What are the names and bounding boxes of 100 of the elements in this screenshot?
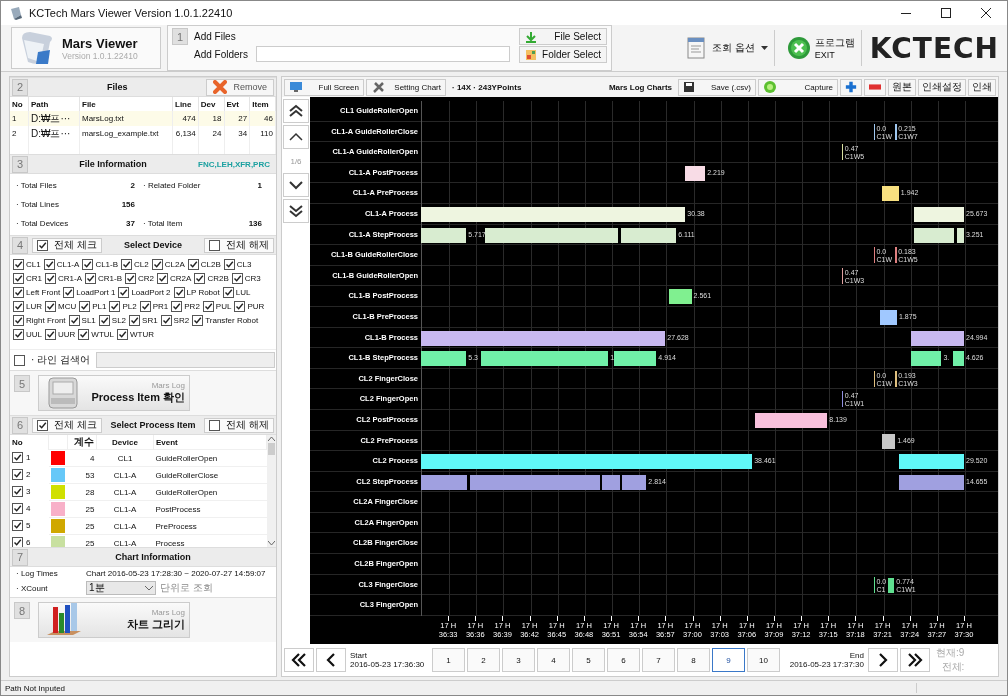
page-button[interactable]: 10 <box>747 648 780 672</box>
device-checkbox[interactable]: CR2B <box>194 273 229 284</box>
checkbox[interactable] <box>12 469 23 480</box>
device-checkbox[interactable]: UUR <box>45 329 76 340</box>
next-page-button[interactable] <box>868 648 898 672</box>
device-checkbox[interactable]: SR2 <box>160 315 190 326</box>
previous-page-button[interactable] <box>316 648 346 672</box>
device-checkbox[interactable]: LUL <box>222 287 251 298</box>
page-button[interactable]: 4 <box>537 648 570 672</box>
device-checkbox[interactable]: CR2A <box>157 273 192 284</box>
page-button[interactable]: 2 <box>467 648 500 672</box>
scroll-thumb[interactable] <box>268 443 275 455</box>
draw-chart-button[interactable]: Mars Log 차트 그리기 <box>38 602 190 638</box>
folder-select-button[interactable]: Folder Select <box>519 46 607 63</box>
page-button[interactable]: 6 <box>607 648 640 672</box>
capture-button[interactable]: Capture <box>758 78 838 96</box>
scrollbar[interactable] <box>267 435 276 547</box>
device-checkbox[interactable]: UUL <box>13 329 42 340</box>
uncheck-all-button[interactable]: 전체 해제 <box>204 417 274 433</box>
checkbox[interactable] <box>13 259 24 270</box>
checkbox[interactable] <box>173 287 185 298</box>
save-csv-button[interactable]: Save (.csv) <box>678 78 756 96</box>
device-checkbox[interactable]: Left Front <box>13 287 61 298</box>
device-checkbox[interactable]: WTUL <box>78 329 115 340</box>
device-checkbox[interactable]: MCU <box>45 301 77 312</box>
process-item-button[interactable]: Mars Log Process Item 확인 <box>38 375 190 411</box>
uncheck-all-button[interactable]: 전체 해제 <box>204 237 274 253</box>
page-button[interactable]: 5 <box>572 648 605 672</box>
checkbox[interactable] <box>222 287 234 298</box>
exit-button[interactable]: 프로그램 EXIT <box>780 30 862 66</box>
checkbox[interactable] <box>68 315 80 326</box>
toolbar-button[interactable]: 인쇄 <box>968 78 996 96</box>
file-row[interactable]: 1 D:₩프··· MarsLog.txt 474 18 27 46 <box>10 111 276 126</box>
checkbox[interactable] <box>45 301 56 312</box>
checkbox[interactable] <box>192 315 204 326</box>
checkbox[interactable] <box>160 315 172 326</box>
first-button[interactable] <box>284 648 314 672</box>
last-button[interactable] <box>900 648 930 672</box>
device-checkbox[interactable]: CR2 <box>125 273 155 284</box>
checkbox[interactable] <box>202 301 214 312</box>
checkbox[interactable] <box>13 287 24 298</box>
checkbox[interactable] <box>194 273 206 284</box>
checkbox[interactable] <box>45 329 56 340</box>
checkbox[interactable] <box>231 273 243 284</box>
device-checkbox[interactable]: CL1 <box>13 259 41 270</box>
toolbar-button[interactable]: 원본 <box>888 78 916 96</box>
zoom-out-button[interactable] <box>864 78 886 96</box>
page-button[interactable]: 3 <box>502 648 535 672</box>
checkbox[interactable] <box>187 259 199 270</box>
checkbox[interactable] <box>63 287 75 298</box>
checkbox[interactable] <box>117 329 129 340</box>
checkbox[interactable] <box>171 301 183 312</box>
checkbox[interactable] <box>234 301 246 312</box>
checkbox[interactable] <box>157 273 169 284</box>
device-checkbox[interactable]: PUL <box>202 301 232 312</box>
device-checkbox[interactable]: CL2 <box>121 259 149 270</box>
device-checkbox[interactable]: CL2B <box>187 259 221 270</box>
xcount-dropdown[interactable]: 1분 <box>86 581 156 595</box>
full-screen-button[interactable]: Full Screen <box>284 78 364 96</box>
next-button[interactable] <box>283 173 309 197</box>
device-checkbox[interactable]: PR2 <box>171 301 200 312</box>
checkbox[interactable] <box>12 452 23 463</box>
checkbox[interactable] <box>98 315 110 326</box>
checkbox[interactable] <box>125 273 137 284</box>
device-checkbox[interactable]: LoadPort 1 <box>63 287 116 298</box>
checkbox[interactable] <box>209 239 221 251</box>
checkbox[interactable] <box>118 287 130 298</box>
device-checkbox[interactable]: CL1-B <box>82 259 119 270</box>
remove-button[interactable]: Remove <box>206 78 274 96</box>
device-checkbox[interactable]: CR3 <box>231 273 261 284</box>
checkbox[interactable] <box>12 486 23 497</box>
checkbox[interactable] <box>13 301 24 312</box>
device-checkbox[interactable]: PL1 <box>79 301 107 312</box>
checkbox[interactable] <box>37 239 48 251</box>
page-button[interactable]: 1 <box>432 648 465 672</box>
checkbox[interactable] <box>43 259 55 270</box>
device-checkbox[interactable]: LUR <box>13 301 42 312</box>
file-row[interactable]: 2 D:₩프··· marsLog_example.txt 6,134 24 34 110 <box>10 126 276 141</box>
view-options-button[interactable]: 조회 옵션 <box>680 30 775 66</box>
checkbox[interactable] <box>79 301 91 312</box>
checkbox[interactable] <box>85 273 97 284</box>
first-page-button[interactable] <box>283 99 309 123</box>
line-search-field[interactable] <box>95 352 275 368</box>
check-all-button[interactable]: 전체 체크 <box>32 237 102 253</box>
last-page-button[interactable] <box>283 199 309 223</box>
device-checkbox[interactable]: Transfer Robot <box>192 315 259 326</box>
folder-field[interactable] <box>255 46 510 62</box>
checkbox[interactable] <box>209 419 221 431</box>
zoom-in-button[interactable] <box>840 78 862 96</box>
device-checkbox[interactable]: CL2A <box>151 259 185 270</box>
device-checkbox[interactable]: SR1 <box>129 315 158 326</box>
checkbox[interactable] <box>12 503 23 514</box>
device-checkbox[interactable]: PUR <box>234 301 265 312</box>
checkbox[interactable] <box>13 315 24 326</box>
device-checkbox[interactable]: SL2 <box>98 315 127 326</box>
page-button[interactable]: 7 <box>642 648 675 672</box>
checkbox[interactable] <box>109 301 121 312</box>
device-checkbox[interactable]: CR1-A <box>45 273 83 284</box>
checkbox[interactable] <box>129 315 141 326</box>
checkbox[interactable] <box>13 273 24 284</box>
